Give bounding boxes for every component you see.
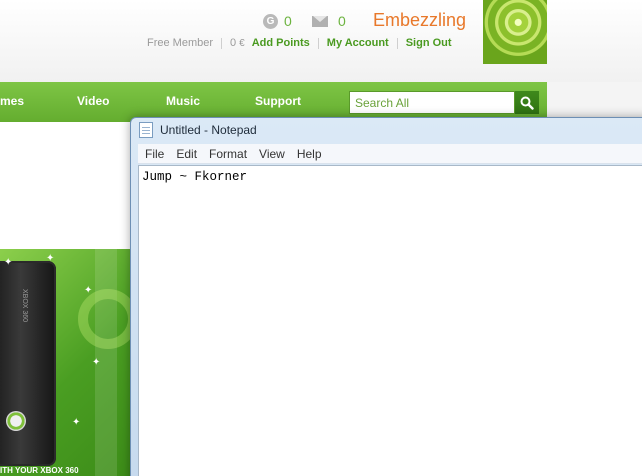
microsoft-points-icon: € <box>239 37 245 49</box>
points-balance: 0 <box>230 37 237 49</box>
swirl-decoration <box>78 289 135 349</box>
messages-count: 0 <box>338 13 346 29</box>
xbox-console-image: XBOX 360 <box>0 261 56 466</box>
search-button[interactable] <box>515 91 539 114</box>
sign-out-link[interactable]: Sign Out <box>406 37 452 49</box>
promo-banner[interactable]: XBOX 360 ✦ ✦ ✦ ✦ ✦ ITH YOUR XBOX 360 <box>0 249 135 476</box>
menu-bar: File Edit Format View Help <box>138 144 642 164</box>
xbox-logo-icon <box>6 411 26 431</box>
nav-item-games[interactable]: mes <box>0 94 24 108</box>
menu-edit[interactable]: Edit <box>176 147 197 161</box>
menu-help[interactable]: Help <box>297 147 322 161</box>
membership-label: Free Member <box>147 37 214 49</box>
account-links: Free Member 0 € Add Points My Account Si… <box>147 37 452 49</box>
divider <box>221 37 223 49</box>
console-label: XBOX 360 <box>21 289 28 323</box>
sparkle-icon: ✦ <box>84 285 93 296</box>
gamertag-link[interactable]: Embezzling <box>373 10 466 31</box>
nav-item-video[interactable]: Video <box>77 94 109 108</box>
page-content <box>0 122 135 249</box>
mail-icon <box>312 15 328 27</box>
search-icon <box>520 96 534 110</box>
gold-icon: G <box>263 13 278 29</box>
screen: G 0 0 Embezzling Free Member 0 € Add Poi… <box>0 0 642 476</box>
sparkle-icon: ✦ <box>46 253 55 264</box>
promo-caption: ITH YOUR XBOX 360 <box>0 466 79 475</box>
gold-status[interactable]: G 0 <box>263 13 292 29</box>
menu-file[interactable]: File <box>145 147 164 161</box>
sparkle-icon: ✦ <box>92 357 101 368</box>
notepad-window: Untitled - Notepad File Edit Format View… <box>130 117 642 476</box>
nav-item-music[interactable]: Music <box>166 94 200 108</box>
title-bar[interactable]: Untitled - Notepad <box>131 118 642 142</box>
menu-view[interactable]: View <box>259 147 285 161</box>
add-points-link[interactable]: Add Points <box>252 37 310 49</box>
my-account-link[interactable]: My Account <box>327 37 389 49</box>
sparkle-icon: ✦ <box>4 257 13 268</box>
notepad-icon[interactable] <box>139 122 153 138</box>
menu-format[interactable]: Format <box>209 147 247 161</box>
search-input[interactable] <box>349 91 515 114</box>
divider <box>317 37 319 49</box>
gamerpic-avatar[interactable] <box>483 0 547 64</box>
nav-item-support[interactable]: Support <box>255 94 301 108</box>
site-header: G 0 0 Embezzling Free Member 0 € Add Poi… <box>0 0 642 82</box>
sparkle-icon: ✦ <box>72 417 81 428</box>
window-title: Untitled - Notepad <box>160 123 257 137</box>
messages-status[interactable]: 0 <box>312 13 346 29</box>
text-editor[interactable]: Jump ~ Fkorner <box>138 165 642 476</box>
divider <box>396 37 398 49</box>
gold-count: 0 <box>284 13 292 29</box>
